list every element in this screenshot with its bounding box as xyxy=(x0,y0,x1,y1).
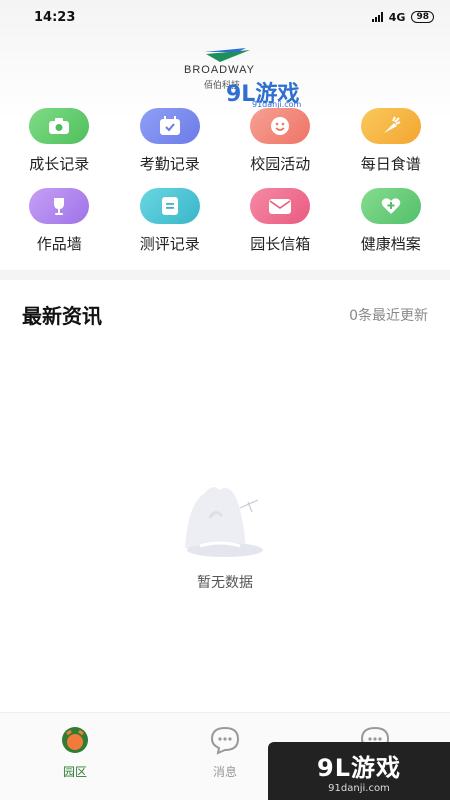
signal-icon xyxy=(371,12,383,22)
battery-level: 98 xyxy=(416,12,429,22)
mail-icon xyxy=(250,188,311,224)
feature-label: 作品墙 xyxy=(36,235,82,253)
feature-label: 测评记录 xyxy=(139,235,200,253)
network-type: 4G xyxy=(388,10,406,24)
tab-label: 园区 xyxy=(62,765,87,779)
calendar-check-icon xyxy=(139,108,200,144)
feature-health-record[interactable]: 健康档案 xyxy=(336,188,446,254)
feature-label: 园长信箱 xyxy=(250,235,311,253)
tab-label: 消息 xyxy=(212,765,237,779)
empty-illustration-icon xyxy=(185,487,263,557)
feature-campus-activity[interactable]: 校园活动 xyxy=(225,108,335,174)
trophy-icon xyxy=(29,188,90,224)
feature-row-1: 成长记录 考勤记录 校园活动 每日食谱 xyxy=(0,108,450,174)
feature-label: 健康档案 xyxy=(360,235,421,253)
feature-attendance-record[interactable]: 考勤记录 xyxy=(115,108,225,174)
feature-assessment-record[interactable]: 测评记录 xyxy=(115,188,225,254)
watermark-url: 91danji.com xyxy=(328,783,390,794)
watermark-logo: 9L游戏 xyxy=(317,754,401,782)
feature-grid: 成长记录 考勤记录 校园活动 每日食谱 作品墙 测评记录 园长信箱 健康档案 xyxy=(0,108,450,254)
logo-text: BROADWAY xyxy=(184,64,255,76)
feature-principal-mailbox[interactable]: 园长信箱 xyxy=(225,188,335,254)
news-update-count: 0条最近更新 xyxy=(349,307,428,324)
empty-state: 暂无数据 xyxy=(0,478,450,592)
news-title: 最新资讯 xyxy=(22,304,102,328)
empty-text: 暂无数据 xyxy=(197,575,253,591)
campus-icon xyxy=(62,727,88,753)
feature-growth-record[interactable]: 成长记录 xyxy=(4,108,114,174)
feature-label: 校园活动 xyxy=(250,155,311,173)
status-indicators: 4G 98 xyxy=(371,10,434,24)
smile-icon xyxy=(250,108,311,144)
camera-icon xyxy=(29,108,90,144)
watermark-badge: 9L游戏 91danji.com xyxy=(268,742,450,800)
document-icon xyxy=(139,188,200,224)
message-icon xyxy=(210,726,240,755)
feature-row-2: 作品墙 测评记录 园长信箱 健康档案 xyxy=(0,188,450,254)
tab-campus[interactable]: 园区 xyxy=(0,713,150,800)
section-divider xyxy=(0,270,450,280)
news-header: 最新资讯 0条最近更新 xyxy=(22,300,428,329)
carrot-icon xyxy=(360,108,421,144)
feature-daily-menu[interactable]: 每日食谱 xyxy=(336,108,446,174)
feature-label: 每日食谱 xyxy=(360,155,421,173)
status-time: 14:23 xyxy=(34,9,76,25)
feature-artwork-wall[interactable]: 作品墙 xyxy=(4,188,114,254)
battery-icon: 98 xyxy=(411,11,434,23)
health-icon xyxy=(360,188,421,224)
feature-label: 考勤记录 xyxy=(139,155,200,173)
status-bar: 14:23 4G 98 xyxy=(0,0,450,34)
feature-label: 成长记录 xyxy=(29,155,90,173)
